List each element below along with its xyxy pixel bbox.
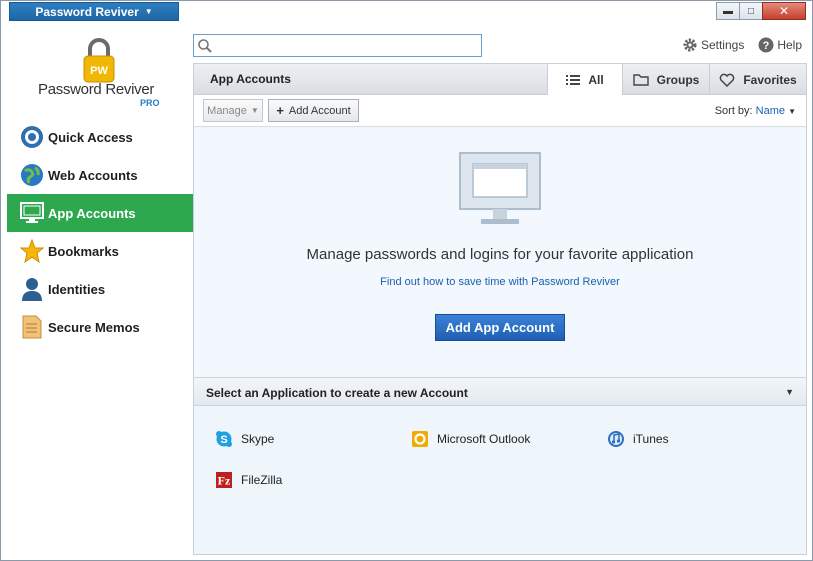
folder-icon — [632, 74, 649, 86]
logo-name: Password Reviver — [38, 81, 155, 98]
gear-icon — [683, 38, 697, 52]
sort-control: Sort by: Name ▼ — [715, 105, 796, 117]
tab-label: Favorites — [743, 72, 797, 87]
empty-state: Manage passwords and logins for your fav… — [194, 128, 806, 378]
sidebar-item-quick-access[interactable]: Quick Access — [7, 118, 193, 156]
list-icon — [566, 75, 581, 85]
sidebar-item-label: Secure Memos — [48, 319, 140, 335]
chevron-down-icon: ▼ — [144, 7, 153, 16]
quick-access-icon — [19, 124, 45, 150]
tab-label: All — [588, 73, 604, 87]
sidebar-item-label: Web Accounts — [48, 167, 138, 183]
maximize-button[interactable]: □ — [739, 2, 763, 20]
add-app-account-button[interactable]: Add App Account — [435, 314, 565, 341]
chevron-down-icon[interactable]: ▼ — [785, 387, 794, 397]
svg-text:Fz: Fz — [218, 474, 231, 488]
help-label: Help — [777, 38, 802, 52]
filezilla-icon: Fz — [216, 472, 232, 488]
monitor-illustration-icon — [459, 152, 541, 224]
top-links: Settings ? Help — [682, 37, 802, 53]
panel-toolbar: Manage ▼ + Add Account Sort by: Name ▼ — [194, 95, 806, 127]
sidebar: PW Password Reviver PRO Quick Access Web… — [2, 23, 193, 560]
window-controls: ▬ □ ✕ — [716, 2, 806, 20]
app-item-label: Skype — [241, 432, 275, 446]
search-icon — [198, 38, 212, 53]
settings-link[interactable]: Settings — [682, 37, 744, 53]
monitor-icon — [19, 200, 45, 226]
chevron-down-icon: ▼ — [250, 106, 259, 115]
main-panel: App Accounts All Groups Favorites Manage — [193, 63, 807, 555]
search-input[interactable] — [216, 36, 481, 55]
panel-title: App Accounts — [210, 72, 291, 86]
sidebar-item-label: App Accounts — [48, 205, 136, 221]
memo-icon — [19, 314, 45, 340]
app-item-label: Microsoft Outlook — [437, 432, 531, 446]
sidebar-item-app-accounts[interactable]: App Accounts — [7, 194, 193, 232]
manage-label: Manage — [207, 104, 247, 117]
logo-badge-text: PW — [90, 65, 108, 77]
sort-value: Name — [755, 105, 786, 117]
close-button[interactable]: ✕ — [762, 2, 806, 20]
logo-edition: PRO — [140, 98, 160, 108]
person-icon — [19, 276, 45, 302]
app-item-label: iTunes — [633, 432, 669, 446]
app-window: Password Reviver ▼ ▬ □ ✕ PW Password Rev… — [0, 0, 813, 561]
globe-icon — [19, 162, 45, 188]
tab-all[interactable]: All — [547, 64, 622, 96]
manage-dropdown[interactable]: Manage ▼ — [203, 99, 263, 122]
panel-header: App Accounts All Groups Favorites — [194, 64, 806, 96]
app-logo: PW Password Reviver PRO — [38, 37, 168, 112]
apps-section-title: Select an Application to create a new Ac… — [206, 386, 468, 400]
empty-state-title: Manage passwords and logins for your fav… — [306, 246, 694, 263]
app-item-itunes[interactable]: iTunes — [607, 430, 669, 448]
chevron-down-icon: ▼ — [788, 107, 796, 116]
itunes-icon — [608, 431, 624, 447]
sidebar-nav: Quick Access Web Accounts App Accounts B… — [7, 118, 193, 346]
tab-favorites[interactable]: Favorites — [709, 64, 806, 95]
sidebar-item-bookmarks[interactable]: Bookmarks — [7, 232, 193, 270]
app-menu-button[interactable]: Password Reviver ▼ — [9, 2, 179, 21]
star-icon — [19, 238, 45, 264]
apps-section-header[interactable]: Select an Application to create a new Ac… — [194, 378, 806, 406]
app-menu-label: Password Reviver — [35, 4, 139, 19]
tab-label: Groups — [656, 72, 700, 87]
padlock-logo-icon: PW — [83, 38, 115, 83]
heart-icon — [720, 73, 735, 87]
svg-text:?: ? — [763, 40, 770, 52]
sidebar-item-web-accounts[interactable]: Web Accounts — [7, 156, 193, 194]
sort-dropdown[interactable]: Name ▼ — [756, 105, 796, 117]
help-link[interactable]: ? Help — [758, 37, 802, 53]
minimize-button[interactable]: ▬ — [716, 2, 740, 20]
svg-text:S: S — [220, 434, 227, 446]
tab-groups[interactable]: Groups — [622, 64, 709, 95]
view-tabs: All Groups Favorites — [547, 64, 806, 96]
outlook-icon — [412, 431, 428, 447]
skype-icon: S — [216, 431, 232, 447]
sort-label: Sort by: — [714, 105, 753, 117]
app-item-label: FileZilla — [241, 473, 283, 487]
plus-icon: + — [276, 103, 284, 118]
app-item-filezilla[interactable]: Fz FileZilla — [215, 471, 282, 489]
app-item-skype[interactable]: S Skype — [215, 430, 274, 448]
help-icon: ? — [758, 37, 774, 53]
sidebar-item-secure-memos[interactable]: Secure Memos — [7, 308, 193, 346]
sidebar-item-label: Identities — [48, 281, 106, 297]
add-account-button[interactable]: + Add Account — [268, 99, 359, 122]
add-account-label: Add Account — [288, 104, 351, 117]
sidebar-item-label: Quick Access — [48, 129, 133, 145]
help-tutorial-link[interactable]: Find out how to save time with Password … — [194, 276, 806, 288]
sidebar-item-identities[interactable]: Identities — [7, 270, 193, 308]
sidebar-item-label: Bookmarks — [48, 243, 119, 259]
settings-label: Settings — [700, 38, 745, 52]
app-item-outlook[interactable]: Microsoft Outlook — [411, 430, 530, 448]
search-box — [193, 34, 482, 57]
